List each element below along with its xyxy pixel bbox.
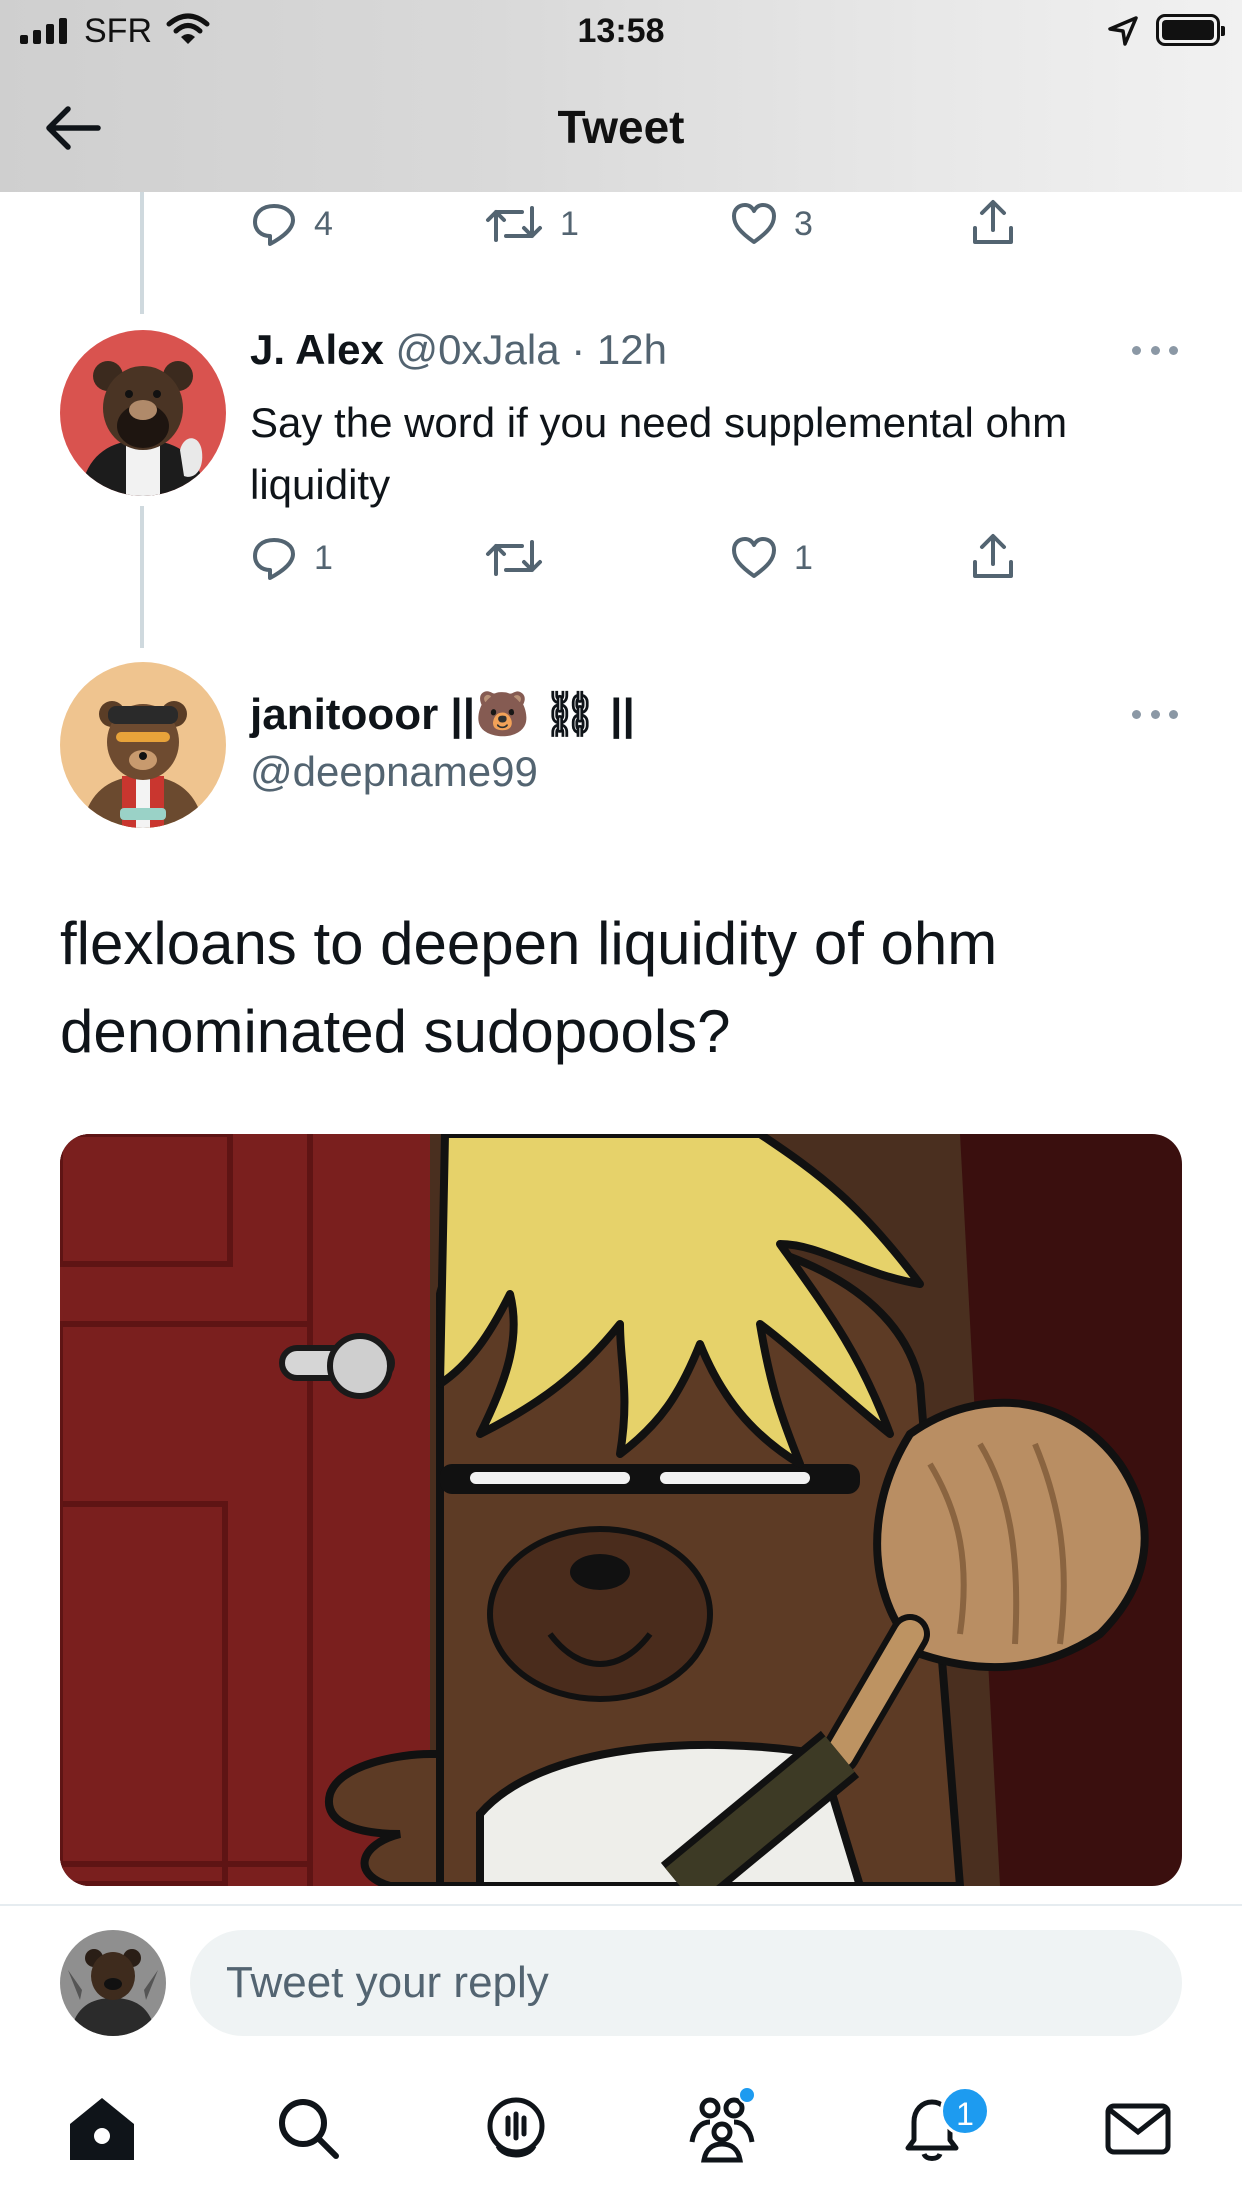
like-button[interactable]: 1 [730, 534, 813, 582]
reply-count: 4 [314, 204, 333, 243]
status-time: 13:58 [577, 12, 665, 50]
battery-icon [1156, 14, 1225, 46]
reply-icon [253, 538, 295, 580]
more-options-icon[interactable] [1132, 710, 1178, 719]
search-icon[interactable] [270, 2090, 346, 2166]
retweet-icon [486, 206, 542, 242]
messages-icon[interactable] [1100, 2090, 1176, 2166]
tab-bar [0, 2066, 1242, 2208]
tweet-text: Say the word if you need supplemental oh… [250, 399, 1068, 508]
notifications-badge: 1 [940, 2086, 990, 2136]
avatar[interactable] [60, 330, 226, 496]
retweet-button[interactable] [484, 534, 560, 582]
thread-line [140, 506, 144, 648]
share-icon [973, 534, 1013, 578]
tweet-time: · 12h [571, 326, 667, 373]
tweet-text: flexloans to deepen liquidity of ohm den… [60, 910, 998, 1065]
share-button[interactable] [970, 532, 1016, 582]
author-handle[interactable]: @0xJala [396, 326, 560, 373]
like-button[interactable]: 3 [730, 200, 813, 248]
retweet-icon [486, 540, 542, 576]
share-icon [973, 200, 1013, 244]
top-bar: SFR 13:58 Tweet [0, 0, 1242, 192]
reply-count: 1 [314, 538, 333, 577]
retweet-button[interactable]: 1 [484, 200, 579, 248]
home-icon[interactable] [64, 2090, 140, 2166]
my-avatar[interactable] [60, 1930, 166, 2036]
location-icon [1108, 16, 1138, 46]
retweet-count: 1 [560, 204, 579, 243]
more-options-icon[interactable] [1132, 346, 1178, 355]
author-handle[interactable]: @deepname99 [250, 748, 538, 796]
avatar[interactable] [60, 662, 226, 828]
author-name[interactable]: J. Alex [250, 326, 384, 373]
spaces-icon[interactable] [478, 2090, 554, 2166]
author-name[interactable]: janitooor ||🐻 ⛓ || [250, 688, 635, 740]
heart-icon [732, 203, 776, 244]
page-title: Tweet [557, 101, 685, 153]
tweet-media-image[interactable] [60, 1134, 1182, 1886]
like-count: 3 [794, 204, 813, 243]
tweet-author-line: J. Alex @0xJala · 12h [250, 326, 667, 374]
communities-dot [738, 2086, 756, 2104]
status-bar: SFR 13:58 [0, 0, 1242, 62]
reply-button[interactable]: 4 [250, 200, 333, 248]
reply-icon [253, 204, 295, 246]
reply-placeholder: Tweet your reply [226, 1958, 549, 2007]
like-count: 1 [794, 538, 813, 577]
thread-line [140, 192, 144, 314]
divider [0, 1904, 1242, 1906]
reply-button[interactable]: 1 [250, 534, 333, 582]
reply-input[interactable]: Tweet your reply [190, 1930, 1182, 2036]
heart-icon [732, 537, 776, 578]
share-button[interactable] [970, 198, 1016, 248]
